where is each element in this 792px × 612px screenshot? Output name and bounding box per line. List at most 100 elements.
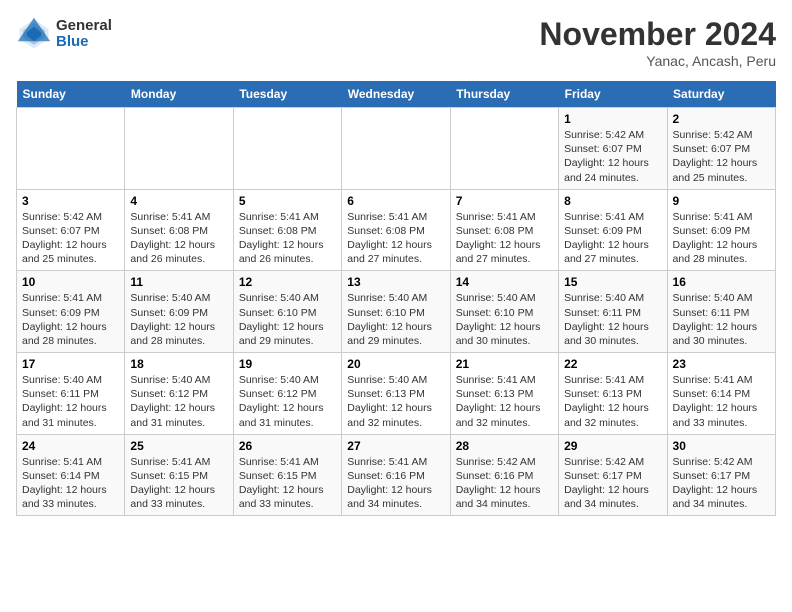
calendar-cell: 20 Sunrise: 5:40 AM Sunset: 6:13 PM Dayli…: [342, 353, 450, 435]
day-content: Sunrise: 5:40 AM Sunset: 6:11 PM Dayligh…: [673, 291, 770, 348]
day-number: 4: [130, 194, 227, 208]
day-content: Sunrise: 5:41 AM Sunset: 6:14 PM Dayligh…: [673, 373, 770, 430]
calendar-week-2: 3 Sunrise: 5:42 AM Sunset: 6:07 PM Daylig…: [17, 189, 776, 271]
month-title: November 2024: [539, 16, 776, 53]
weekday-header-sunday: Sunday: [17, 81, 125, 108]
weekday-header-tuesday: Tuesday: [233, 81, 341, 108]
calendar-cell: 3 Sunrise: 5:42 AM Sunset: 6:07 PM Daylig…: [17, 189, 125, 271]
day-content: Sunrise: 5:41 AM Sunset: 6:09 PM Dayligh…: [564, 210, 661, 267]
day-number: 20: [347, 357, 444, 371]
calendar-cell: [450, 108, 558, 190]
weekday-header-friday: Friday: [559, 81, 667, 108]
day-number: 19: [239, 357, 336, 371]
day-number: 16: [673, 275, 770, 289]
calendar-cell: 27 Sunrise: 5:41 AM Sunset: 6:16 PM Dayli…: [342, 434, 450, 516]
calendar-cell: [125, 108, 233, 190]
day-content: Sunrise: 5:41 AM Sunset: 6:08 PM Dayligh…: [239, 210, 336, 267]
calendar-cell: 29 Sunrise: 5:42 AM Sunset: 6:17 PM Dayli…: [559, 434, 667, 516]
calendar-cell: 8 Sunrise: 5:41 AM Sunset: 6:09 PM Daylig…: [559, 189, 667, 271]
day-content: Sunrise: 5:41 AM Sunset: 6:15 PM Dayligh…: [130, 455, 227, 512]
weekday-header-wednesday: Wednesday: [342, 81, 450, 108]
title-block: November 2024 Yanac, Ancash, Peru: [539, 16, 776, 69]
day-content: Sunrise: 5:40 AM Sunset: 6:11 PM Dayligh…: [564, 291, 661, 348]
weekday-header-saturday: Saturday: [667, 81, 775, 108]
calendar-cell: 16 Sunrise: 5:40 AM Sunset: 6:11 PM Dayli…: [667, 271, 775, 353]
day-content: Sunrise: 5:40 AM Sunset: 6:09 PM Dayligh…: [130, 291, 227, 348]
day-number: 24: [22, 439, 119, 453]
calendar-table: SundayMondayTuesdayWednesdayThursdayFrid…: [16, 81, 776, 516]
day-content: Sunrise: 5:41 AM Sunset: 6:15 PM Dayligh…: [239, 455, 336, 512]
day-content: Sunrise: 5:41 AM Sunset: 6:16 PM Dayligh…: [347, 455, 444, 512]
calendar-cell: 4 Sunrise: 5:41 AM Sunset: 6:08 PM Daylig…: [125, 189, 233, 271]
calendar-cell: [342, 108, 450, 190]
day-content: Sunrise: 5:40 AM Sunset: 6:12 PM Dayligh…: [239, 373, 336, 430]
day-number: 12: [239, 275, 336, 289]
day-number: 29: [564, 439, 661, 453]
calendar-week-5: 24 Sunrise: 5:41 AM Sunset: 6:14 PM Dayli…: [17, 434, 776, 516]
day-content: Sunrise: 5:42 AM Sunset: 6:16 PM Dayligh…: [456, 455, 553, 512]
day-number: 21: [456, 357, 553, 371]
calendar-week-1: 1 Sunrise: 5:42 AM Sunset: 6:07 PM Daylig…: [17, 108, 776, 190]
day-content: Sunrise: 5:41 AM Sunset: 6:08 PM Dayligh…: [347, 210, 444, 267]
day-number: 8: [564, 194, 661, 208]
day-number: 2: [673, 112, 770, 126]
calendar-cell: 15 Sunrise: 5:40 AM Sunset: 6:11 PM Dayli…: [559, 271, 667, 353]
day-number: 25: [130, 439, 227, 453]
logo-text: General Blue: [56, 18, 112, 51]
day-number: 9: [673, 194, 770, 208]
day-number: 22: [564, 357, 661, 371]
day-number: 3: [22, 194, 119, 208]
day-content: Sunrise: 5:42 AM Sunset: 6:07 PM Dayligh…: [564, 128, 661, 185]
calendar-cell: 22 Sunrise: 5:41 AM Sunset: 6:13 PM Dayli…: [559, 353, 667, 435]
day-content: Sunrise: 5:41 AM Sunset: 6:13 PM Dayligh…: [564, 373, 661, 430]
day-content: Sunrise: 5:40 AM Sunset: 6:11 PM Dayligh…: [22, 373, 119, 430]
calendar-cell: 7Sunrise: 5:41 AM Sunset: 6:08 PM Daylig…: [450, 189, 558, 271]
day-content: Sunrise: 5:41 AM Sunset: 6:14 PM Dayligh…: [22, 455, 119, 512]
day-number: 26: [239, 439, 336, 453]
day-content: Sunrise: 5:41 AM Sunset: 6:08 PM Dayligh…: [130, 210, 227, 267]
calendar-cell: 17 Sunrise: 5:40 AM Sunset: 6:11 PM Dayli…: [17, 353, 125, 435]
logo-general-text: General: [56, 18, 112, 35]
day-number: 18: [130, 357, 227, 371]
calendar-cell: 21 Sunrise: 5:41 AM Sunset: 6:13 PM Dayli…: [450, 353, 558, 435]
day-number: 23: [673, 357, 770, 371]
day-content: Sunrise: 5:42 AM Sunset: 6:17 PM Dayligh…: [564, 455, 661, 512]
calendar-cell: 18 Sunrise: 5:40 AM Sunset: 6:12 PM Dayli…: [125, 353, 233, 435]
logo: General Blue: [16, 16, 112, 52]
calendar-cell: 1 Sunrise: 5:42 AM Sunset: 6:07 PM Daylig…: [559, 108, 667, 190]
calendar-week-4: 17 Sunrise: 5:40 AM Sunset: 6:11 PM Dayli…: [17, 353, 776, 435]
calendar-cell: 26 Sunrise: 5:41 AM Sunset: 6:15 PM Dayli…: [233, 434, 341, 516]
day-number: 28: [456, 439, 553, 453]
calendar-cell: 5 Sunrise: 5:41 AM Sunset: 6:08 PM Daylig…: [233, 189, 341, 271]
day-content: Sunrise: 5:42 AM Sunset: 6:07 PM Dayligh…: [673, 128, 770, 185]
day-number: 1: [564, 112, 661, 126]
calendar-cell: 28 Sunrise: 5:42 AM Sunset: 6:16 PM Dayli…: [450, 434, 558, 516]
day-number: 5: [239, 194, 336, 208]
day-content: Sunrise: 5:42 AM Sunset: 6:17 PM Dayligh…: [673, 455, 770, 512]
day-content: Sunrise: 5:42 AM Sunset: 6:07 PM Dayligh…: [22, 210, 119, 267]
day-number: 14: [456, 275, 553, 289]
day-content: Sunrise: 5:40 AM Sunset: 6:10 PM Dayligh…: [456, 291, 553, 348]
calendar-cell: 10Sunrise: 5:41 AM Sunset: 6:09 PM Dayli…: [17, 271, 125, 353]
day-number: 7: [456, 194, 553, 208]
day-number: 30: [673, 439, 770, 453]
day-number: 27: [347, 439, 444, 453]
weekday-header-thursday: Thursday: [450, 81, 558, 108]
calendar-cell: [233, 108, 341, 190]
calendar-cell: [17, 108, 125, 190]
calendar-cell: 11Sunrise: 5:40 AM Sunset: 6:09 PM Dayli…: [125, 271, 233, 353]
day-content: Sunrise: 5:41 AM Sunset: 6:13 PM Dayligh…: [456, 373, 553, 430]
calendar-cell: 12Sunrise: 5:40 AM Sunset: 6:10 PM Dayli…: [233, 271, 341, 353]
day-number: 17: [22, 357, 119, 371]
day-number: 15: [564, 275, 661, 289]
calendar-cell: 24 Sunrise: 5:41 AM Sunset: 6:14 PM Dayli…: [17, 434, 125, 516]
weekday-header-row: SundayMondayTuesdayWednesdayThursdayFrid…: [17, 81, 776, 108]
calendar-cell: 23 Sunrise: 5:41 AM Sunset: 6:14 PM Dayli…: [667, 353, 775, 435]
day-content: Sunrise: 5:40 AM Sunset: 6:13 PM Dayligh…: [347, 373, 444, 430]
day-content: Sunrise: 5:40 AM Sunset: 6:12 PM Dayligh…: [130, 373, 227, 430]
day-number: 10: [22, 275, 119, 289]
page-header: General Blue November 2024 Yanac, Ancash…: [16, 16, 776, 69]
location: Yanac, Ancash, Peru: [539, 53, 776, 69]
calendar-cell: 19 Sunrise: 5:40 AM Sunset: 6:12 PM Dayli…: [233, 353, 341, 435]
calendar-cell: 13Sunrise: 5:40 AM Sunset: 6:10 PM Dayli…: [342, 271, 450, 353]
